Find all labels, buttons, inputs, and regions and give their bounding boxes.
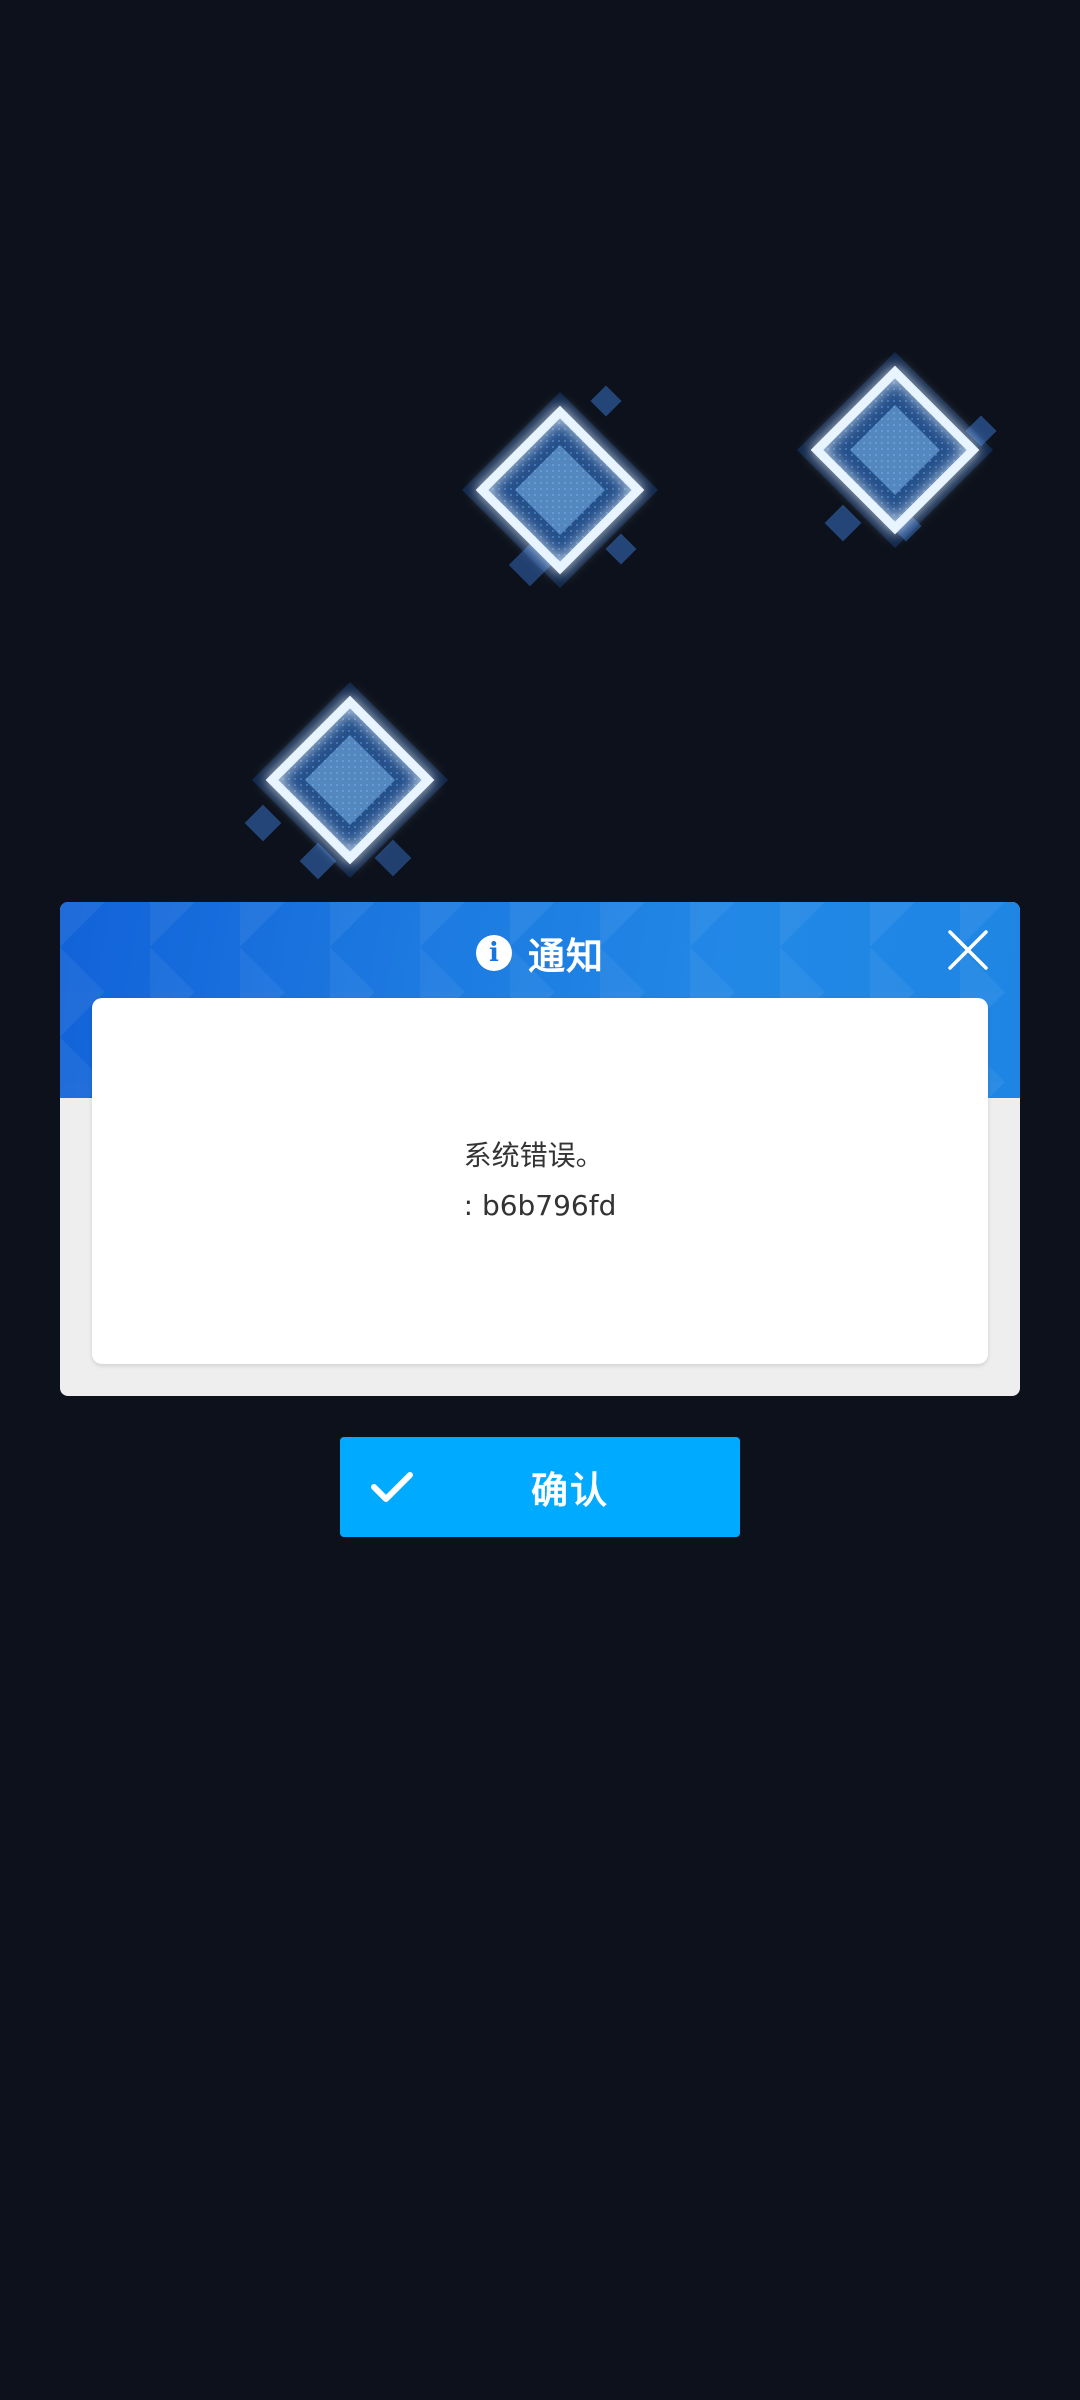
- close-icon: [948, 930, 988, 970]
- error-code: : b6b796fd: [463, 1189, 617, 1222]
- close-button[interactable]: [944, 926, 992, 974]
- confirm-button[interactable]: 确认: [340, 1437, 740, 1537]
- message-block: 系统错误。 : b6b796fd: [464, 1131, 617, 1231]
- decorative-diamond-icon: [795, 350, 997, 550]
- confirm-button-label: 确认: [531, 1469, 609, 1512]
- dialog-title-bar: i 通知: [60, 902, 1020, 1004]
- decorative-diamond-icon: [244, 680, 450, 880]
- dialog-title: 通知: [528, 935, 604, 978]
- error-message: 系统错误。: [463, 1139, 604, 1172]
- info-icon: i: [476, 935, 512, 971]
- notification-dialog: i 通知 系统错误。 : b6b796fd: [60, 902, 1020, 1396]
- dialog-body: 系统错误。 : b6b796fd: [92, 998, 988, 1364]
- decorative-diamond-icon: [460, 385, 660, 590]
